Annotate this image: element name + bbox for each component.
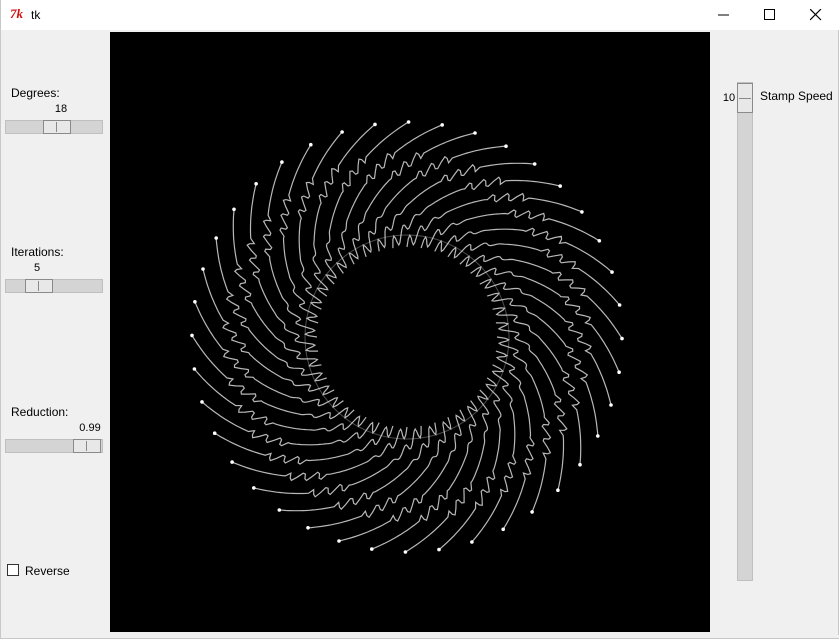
iterations-slider-thumb[interactable] [25,279,53,293]
stroke-endpoint [200,400,204,404]
window-title: tk [31,8,41,22]
stroke-endpoint [212,431,217,436]
spiral-stroke [193,368,367,432]
stroke-endpoint [501,527,506,532]
minimize-button[interactable] [701,0,747,30]
stroke-endpoint [558,184,562,188]
bottom-edge [123,635,839,638]
spiral-stroke [191,335,355,420]
stroke-endpoint [370,547,374,551]
degrees-label: Degrees: [11,86,60,100]
stroke-endpoint [470,540,474,544]
close-button[interactable] [793,0,839,30]
stroke-endpoint [309,142,313,147]
spiral-stroke [348,132,476,265]
stroke-endpoint [437,547,441,552]
drawing-canvas[interactable] [110,32,710,632]
stroke-endpoint [254,182,258,186]
iterations-label: Iterations: [11,245,64,259]
stroke-endpoint [340,130,344,134]
spiral-stroke [479,278,612,406]
stroke-endpoint [193,300,197,304]
stroke-endpoint [280,160,284,164]
reverse-checkbox[interactable] [7,564,19,576]
app-window: 7k tk Degrees: 18 Iterations: 5 Reductio [0,0,839,639]
stroke-endpoint [596,434,600,438]
reduction-value: 0.99 [79,422,101,434]
stamp-speed-slider[interactable] [737,82,753,581]
spiral-art [190,120,624,554]
spiral-stroke [438,377,502,551]
stroke-endpoint [440,123,445,127]
stroke-endpoint [406,120,411,124]
title-bar[interactable]: 7k tk [1,0,839,30]
stroke-endpoint [580,210,584,214]
stroke-endpoint [232,207,236,212]
spiral-stroke [459,254,623,339]
stamp-speed-label: Stamp Speed [760,89,833,103]
spiral-stroke [246,183,319,352]
stroke-endpoint [214,236,218,240]
reverse-label[interactable]: Reverse [25,564,70,578]
spiral-stroke [447,242,621,306]
spiral-stroke [392,176,561,249]
stroke-endpoint [230,460,234,464]
reduction-slider-thumb[interactable] [73,439,101,453]
stroke-endpoint [578,462,582,467]
stroke-endpoint [190,333,194,338]
inner-ring [304,234,510,440]
stroke-endpoint [192,367,197,371]
stroke-endpoint [532,162,537,166]
degrees-slider[interactable] [5,120,103,134]
spiral-stroke [202,268,335,396]
minimize-icon [718,14,729,16]
iterations-slider[interactable] [5,279,103,293]
stroke-endpoint [610,270,614,274]
stroke-endpoint [609,403,613,407]
stroke-endpoint [504,144,508,148]
reduction-slider[interactable] [5,439,103,453]
stroke-endpoint [617,370,621,375]
stroke-endpoint [617,303,622,307]
maximize-button[interactable] [747,0,793,30]
stroke-endpoint [337,539,341,543]
spiral-stroke [253,425,422,498]
stamp-speed-slider-thumb[interactable] [737,83,753,113]
degrees-slider-thumb[interactable] [43,120,71,134]
stroke-endpoint [373,122,377,127]
degrees-value: 18 [54,103,68,115]
close-icon [810,9,822,21]
stroke-endpoint [597,239,602,243]
iterations-value: 5 [33,262,41,274]
spiral-stroke [405,389,490,553]
stroke-endpoint [556,488,560,493]
tk-feather-icon: 7k [10,6,23,21]
spiral-stroke [312,123,376,297]
spiral-stroke [338,409,466,542]
stroke-endpoint [620,336,624,341]
spiral-stroke [495,322,568,491]
stroke-endpoint [252,486,256,490]
stroke-endpoint [201,267,205,271]
stroke-endpoint [473,131,477,135]
stamp-speed-value: 10 [722,92,736,104]
stroke-endpoint [306,526,310,530]
stroke-endpoint [530,510,534,514]
stroke-endpoint [403,550,408,554]
reduction-label: Reduction: [11,405,69,419]
spiral-stroke [324,121,409,285]
stroke-endpoint [277,508,282,512]
maximize-icon [764,9,775,20]
